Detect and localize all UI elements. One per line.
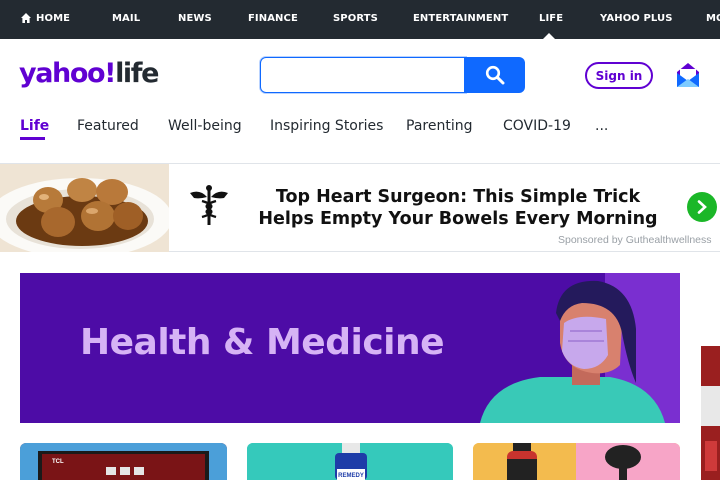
health-medicine-banner[interactable]: Health & Medicine bbox=[20, 273, 680, 423]
nav-life[interactable]: LIFE bbox=[539, 13, 563, 24]
tab-featured[interactable]: Featured bbox=[77, 118, 139, 134]
card-remedy[interactable]: REMEDY bbox=[247, 443, 453, 480]
card-tv-brand: TCL bbox=[52, 459, 64, 465]
search-field[interactable] bbox=[260, 57, 466, 93]
masked-woman-illustration bbox=[480, 273, 680, 423]
search-icon bbox=[485, 65, 504, 85]
search-input[interactable] bbox=[261, 58, 465, 92]
tab-more[interactable]: ... bbox=[595, 118, 608, 134]
nav-home[interactable]: HOME bbox=[36, 13, 70, 24]
home-icon[interactable] bbox=[20, 12, 32, 24]
ad-headline-line1: Top Heart Surgeon: This Simple Trick bbox=[275, 187, 641, 207]
tab-covid-19[interactable]: COVID-19 bbox=[503, 118, 571, 134]
ad-headline-line2: Helps Empty Your Bowels Every Morning bbox=[258, 209, 658, 229]
nav-more[interactable]: MO bbox=[706, 13, 720, 24]
caduceus-logo-icon bbox=[190, 185, 228, 225]
tab-life[interactable]: Life bbox=[20, 118, 49, 134]
top-navigation-bar: HOME MAIL NEWS FINANCE SPORTS ENTERTAINM… bbox=[0, 0, 720, 39]
nav-mail[interactable]: MAIL bbox=[112, 13, 140, 24]
card-remedy-label: REMEDY bbox=[338, 473, 364, 479]
ad-headline[interactable]: Top Heart Surgeon: This Simple Trick Hel… bbox=[238, 186, 678, 230]
search-button[interactable] bbox=[464, 57, 525, 93]
yahoo-life-logo[interactable]: yahoo!life bbox=[19, 58, 159, 89]
ad-image-eggs[interactable] bbox=[0, 164, 169, 252]
active-nav-indicator bbox=[543, 33, 555, 39]
card-bottle-brush[interactable] bbox=[473, 443, 680, 480]
ad-sponsor-text[interactable]: Sponsored by Guthealthwellness bbox=[558, 234, 712, 246]
tab-well-being[interactable]: Well-being bbox=[168, 118, 242, 134]
logo-life-text: life bbox=[115, 58, 159, 89]
logo-yahoo-text: yahoo bbox=[19, 58, 106, 89]
chevron-right-icon bbox=[697, 200, 707, 214]
nav-yahoo-plus[interactable]: YAHOO PLUS bbox=[600, 13, 673, 24]
active-tab-underline bbox=[20, 137, 45, 140]
sponsored-ad[interactable]: Top Heart Surgeon: This Simple Trick Hel… bbox=[0, 164, 720, 252]
side-thumbnail[interactable] bbox=[701, 346, 720, 480]
tab-inspiring-stories[interactable]: Inspiring Stories bbox=[270, 118, 383, 134]
nav-news[interactable]: NEWS bbox=[178, 13, 212, 24]
mail-icon[interactable] bbox=[676, 62, 700, 88]
nav-entertainment[interactable]: ENTERTAINMENT bbox=[413, 13, 508, 24]
tab-parenting[interactable]: Parenting bbox=[406, 118, 472, 134]
logo-bang: ! bbox=[104, 58, 116, 89]
nav-sports[interactable]: SPORTS bbox=[333, 13, 378, 24]
ad-arrow-button[interactable] bbox=[687, 192, 717, 222]
banner-title: Health & Medicine bbox=[80, 322, 445, 363]
sign-in-button[interactable]: Sign in bbox=[585, 62, 653, 89]
card-tv[interactable]: TCL bbox=[20, 443, 227, 480]
nav-finance[interactable]: FINANCE bbox=[248, 13, 298, 24]
